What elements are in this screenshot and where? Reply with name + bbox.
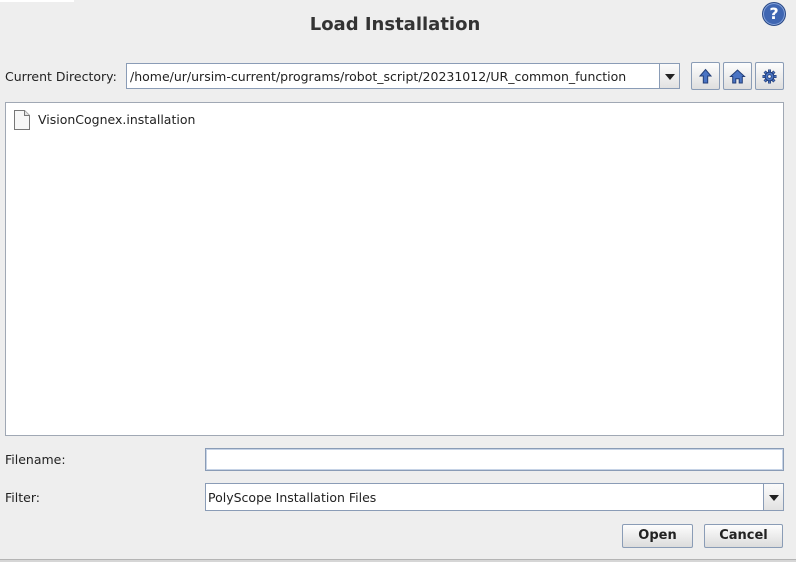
current-directory-combo[interactable]: /home/ur/ursim-current/programs/robot_sc…	[126, 63, 680, 89]
filter-label: Filter:	[5, 490, 40, 505]
filename-input[interactable]	[205, 448, 784, 471]
home-folder-button[interactable]	[723, 62, 752, 90]
help-button[interactable]: ?	[762, 2, 786, 26]
current-directory-label: Current Directory:	[5, 69, 117, 84]
current-directory-value: /home/ur/ursim-current/programs/robot_sc…	[130, 69, 627, 84]
load-installation-dialog: Load Installation ? Current Directory: /…	[0, 0, 796, 562]
dialog-title: Load Installation	[309, 14, 481, 35]
cancel-button[interactable]: Cancel	[704, 524, 783, 548]
chevron-down-icon[interactable]	[659, 64, 679, 88]
filter-select[interactable]: PolyScope Installation Files	[205, 483, 784, 511]
file-list[interactable]: VisionCognex.installation	[5, 102, 784, 436]
help-icon: ?	[769, 4, 779, 23]
top-tab-strip	[0, 0, 74, 2]
up-folder-button[interactable]	[691, 62, 720, 90]
file-icon	[14, 110, 30, 130]
chevron-down-icon[interactable]	[763, 484, 783, 510]
filter-value: PolyScope Installation Files	[208, 490, 377, 505]
home-icon	[729, 69, 746, 84]
file-name: VisionCognex.installation	[38, 112, 196, 127]
open-button[interactable]: Open	[622, 524, 693, 548]
gear-icon	[762, 69, 777, 84]
up-arrow-icon	[698, 68, 713, 84]
filename-label: Filename:	[5, 452, 66, 467]
settings-button[interactable]	[755, 62, 784, 90]
